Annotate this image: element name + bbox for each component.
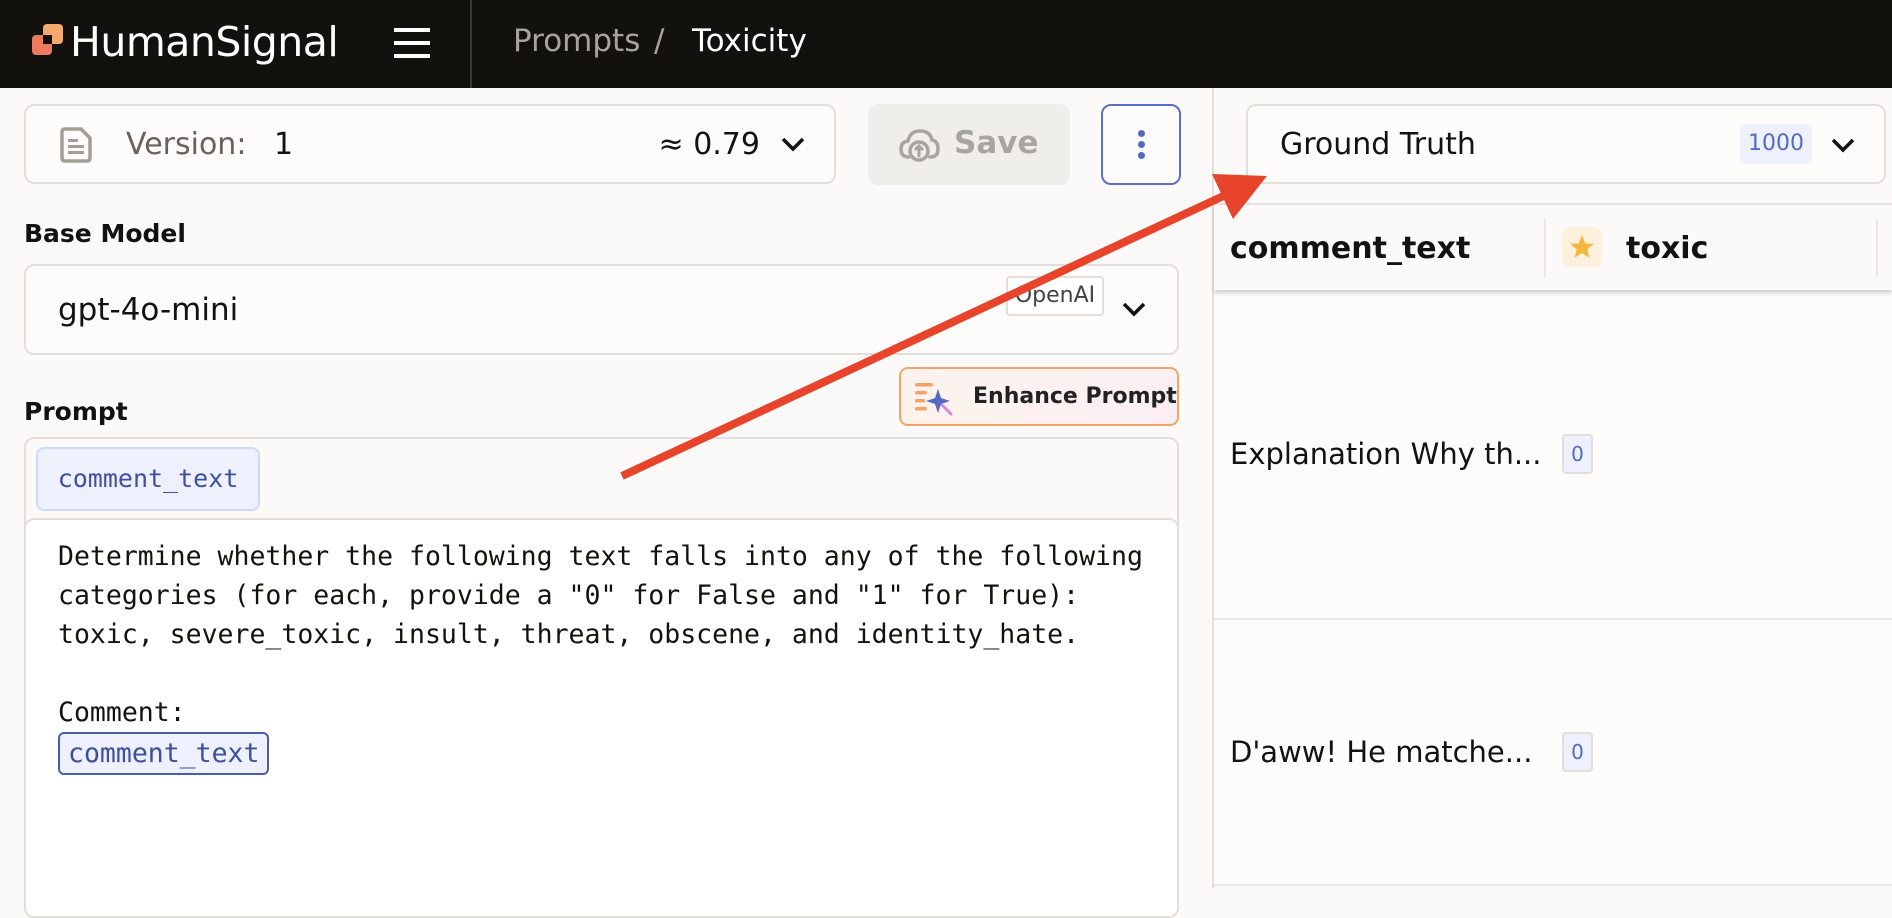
provider-badge: OpenAI [1006,276,1104,316]
inline-variable-chip[interactable]: comment_text [58,732,270,775]
column-divider[interactable] [1544,219,1546,277]
cell-comment-text: D'aww! He matche... [1230,735,1533,769]
more-options-button[interactable] [1101,104,1181,185]
top-nav-bar: HumanSignal Prompts / Toxicity [0,0,1892,88]
enhance-prompt-button[interactable]: Enhance Prompt [899,367,1179,426]
chevron-down-icon[interactable] [780,133,806,155]
table-row[interactable]: Explanation Why th... 0 [1214,290,1892,620]
task-count-badge: 1000 [1740,124,1812,164]
base-model-label: Base Model [24,219,186,248]
breadcrumb-current: Toxicity [692,23,807,59]
header-divider [470,0,472,88]
cell-comment-text: Explanation Why th... [1230,437,1542,471]
prompt-text[interactable]: Determine whether the following text fal… [58,537,1148,775]
cell-toxic-badge: 0 [1562,434,1593,474]
prompt-body-text: Determine whether the following text fal… [58,541,1143,728]
humansignal-logo-icon[interactable] [31,23,65,57]
version-score: ≈ 0.79 [658,127,760,162]
model-value: gpt-4o-mini [58,292,239,328]
sparkle-wand-icon [915,383,953,416]
column-header-toxic[interactable]: toxic [1626,229,1708,269]
column-header-comment-text[interactable]: comment_text [1230,229,1470,269]
cloud-upload-icon [899,129,940,162]
hamburger-menu-icon[interactable] [393,24,431,64]
prompt-editor[interactable]: Determine whether the following text fal… [24,518,1179,918]
breadcrumb-separator: / [654,23,665,59]
prompt-variables-bar: comment_text [24,437,1179,527]
chevron-down-icon[interactable] [1830,134,1856,156]
star-icon [1570,235,1594,258]
version-selector[interactable]: Version: 1 ≈ 0.79 [24,104,836,184]
column-divider[interactable] [1876,219,1878,277]
dataset-view-label: Ground Truth [1280,127,1476,162]
variable-chip[interactable]: comment_text [36,447,260,511]
version-label: Version: [126,127,247,162]
version-value: 1 [274,127,294,162]
save-button[interactable]: Save [868,104,1070,185]
ground-truth-star-chip [1562,227,1602,267]
table-row[interactable]: D'aww! He matche... 0 [1214,620,1892,886]
table-header: comment_text toxic [1214,203,1892,290]
base-model-select[interactable]: gpt-4o-mini OpenAI [24,264,1179,355]
chevron-down-icon[interactable] [1121,298,1147,320]
cell-toxic-badge: 0 [1562,732,1593,772]
prompt-label: Prompt [24,397,128,426]
breadcrumb-prompts[interactable]: Prompts [513,20,640,62]
save-label: Save [954,125,1039,161]
brand-name[interactable]: HumanSignal [70,16,339,68]
enhance-prompt-label: Enhance Prompt [973,384,1177,409]
document-icon [60,127,92,163]
dataset-view-select[interactable]: Ground Truth 1000 [1246,104,1886,184]
